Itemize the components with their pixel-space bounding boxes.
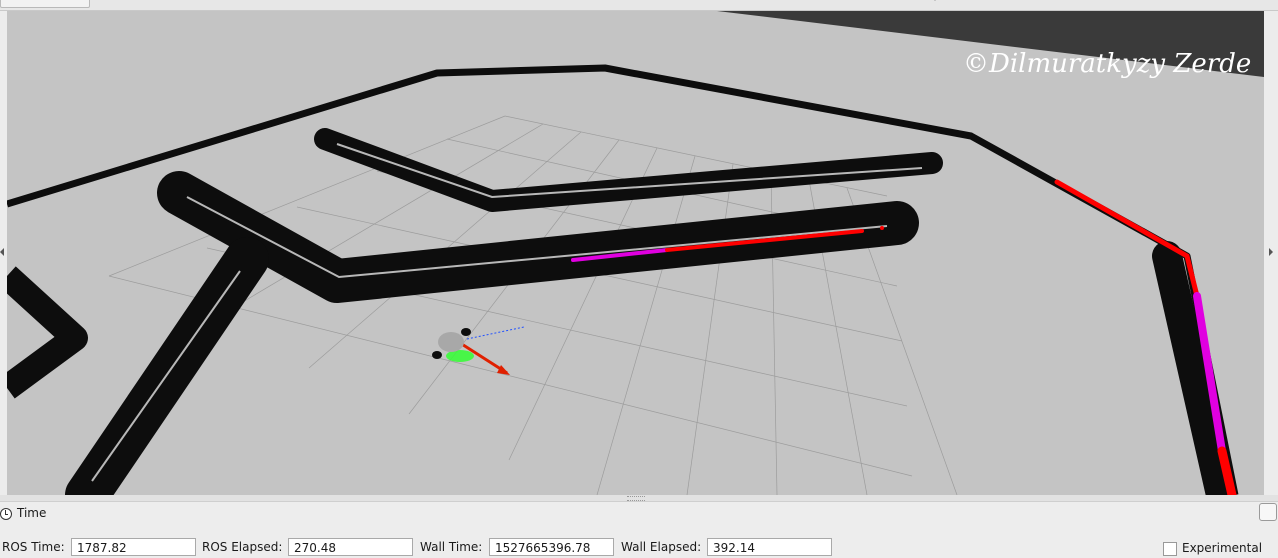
map-scene: ©Dilmuratkyzy Zerde bbox=[7, 11, 1264, 495]
inner-obstacles bbox=[65, 128, 1236, 495]
time-panel-title: Time bbox=[17, 506, 47, 520]
3d-render-viewport[interactable]: ©Dilmuratkyzy Zerde bbox=[7, 11, 1264, 495]
outer-walls bbox=[7, 64, 1239, 495]
time-row: ROS Time: 1787.82 ROS Elapsed: 270.48 Wa… bbox=[0, 538, 1278, 558]
wall-time-label: Wall Time: bbox=[420, 540, 483, 554]
ros-time-label: ROS Time: bbox=[2, 540, 65, 554]
wall-time-field[interactable]: 1527665396.78 bbox=[489, 538, 614, 556]
toolbar-tab[interactable] bbox=[0, 0, 90, 8]
experimental-label: Experimental bbox=[1182, 541, 1263, 555]
wall-elapsed-label: Wall Elapsed: bbox=[621, 540, 702, 554]
ros-elapsed-label: ROS Elapsed: bbox=[202, 540, 283, 554]
chevron-down-icon[interactable]: ▾ bbox=[933, 0, 941, 3]
panel-close-button[interactable] bbox=[1259, 503, 1277, 521]
experimental-checkbox[interactable] bbox=[1163, 542, 1177, 556]
collapse-left-icon[interactable] bbox=[0, 248, 4, 256]
clock-icon bbox=[0, 508, 12, 520]
time-panel: Time ROS Time: 1787.82 ROS Elapsed: 270.… bbox=[0, 501, 1278, 558]
wall-elapsed-field[interactable]: 392.14 bbox=[707, 538, 832, 556]
collapse-right-icon[interactable] bbox=[1269, 248, 1273, 256]
ros-elapsed-field[interactable]: 270.48 bbox=[288, 538, 413, 556]
ros-time-field[interactable]: 1787.82 bbox=[71, 538, 196, 556]
watermark: ©Dilmuratkyzy Zerde bbox=[963, 49, 1251, 79]
top-toolbar-strip: ▾ bbox=[0, 0, 1278, 11]
